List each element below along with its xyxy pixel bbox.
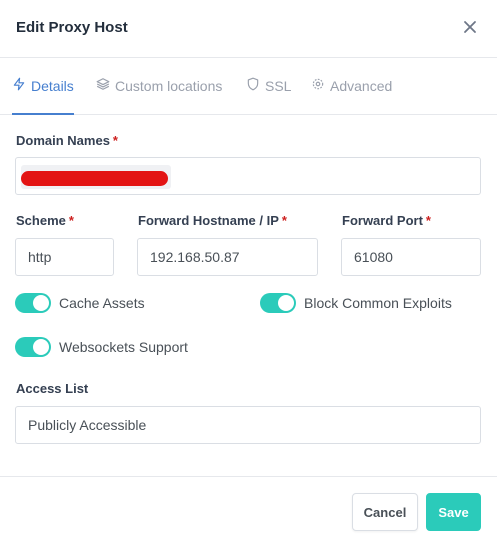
bolt-icon (12, 77, 26, 94)
block-common-exploits-label: Block Common Exploits (304, 295, 452, 311)
edit-proxy-host-dialog: Edit Proxy Host Details Custom locations… (0, 0, 497, 546)
websockets-support-toggle[interactable]: Websockets Support (15, 337, 188, 357)
required-mark: * (112, 133, 118, 148)
forward-hostname-label: Forward Hostname / IP * (138, 213, 287, 228)
toggle-switch-on[interactable] (15, 293, 51, 313)
save-button[interactable]: Save (426, 493, 481, 531)
forward-port-input[interactable]: 61080 (341, 238, 481, 276)
websockets-support-label: Websockets Support (59, 339, 188, 355)
tab-ssl[interactable]: SSL (246, 57, 291, 114)
block-common-exploits-toggle[interactable]: Block Common Exploits (260, 293, 452, 313)
required-mark: * (425, 213, 431, 228)
layers-icon (96, 77, 110, 94)
tab-details-label: Details (31, 77, 74, 94)
dialog-header: Edit Proxy Host (0, 0, 497, 58)
toggle-switch-on[interactable] (260, 293, 296, 313)
required-mark: * (68, 213, 74, 228)
close-icon[interactable] (462, 19, 478, 35)
forward-hostname-input[interactable]: 192.168.50.87 (137, 238, 318, 276)
gear-icon (311, 77, 325, 94)
tab-details[interactable]: Details (12, 57, 74, 115)
tab-custom-locations-label: Custom locations (115, 77, 223, 94)
shield-icon (246, 77, 260, 94)
tab-bar: Details Custom locations SSL Advanced (0, 57, 497, 115)
required-mark: * (281, 213, 287, 228)
forward-port-label: Forward Port * (342, 213, 431, 228)
domain-names-label: Domain Names * (16, 133, 118, 148)
tab-advanced-label: Advanced (330, 77, 393, 94)
tab-ssl-label: SSL (265, 77, 292, 94)
dialog-title: Edit Proxy Host (16, 19, 128, 36)
cache-assets-label: Cache Assets (59, 295, 145, 311)
access-list-label: Access List (16, 381, 89, 396)
scheme-input[interactable]: http (15, 238, 114, 276)
scheme-label: Scheme * (16, 213, 74, 228)
tab-custom-locations[interactable]: Custom locations (96, 57, 222, 114)
redaction-mark (21, 171, 168, 186)
cache-assets-toggle[interactable]: Cache Assets (15, 293, 145, 313)
cancel-button[interactable]: Cancel (352, 493, 418, 531)
tab-advanced[interactable]: Advanced (311, 57, 392, 114)
access-list-select[interactable]: Publicly Accessible (15, 406, 481, 444)
toggle-switch-on[interactable] (15, 337, 51, 357)
dialog-footer (0, 476, 497, 547)
